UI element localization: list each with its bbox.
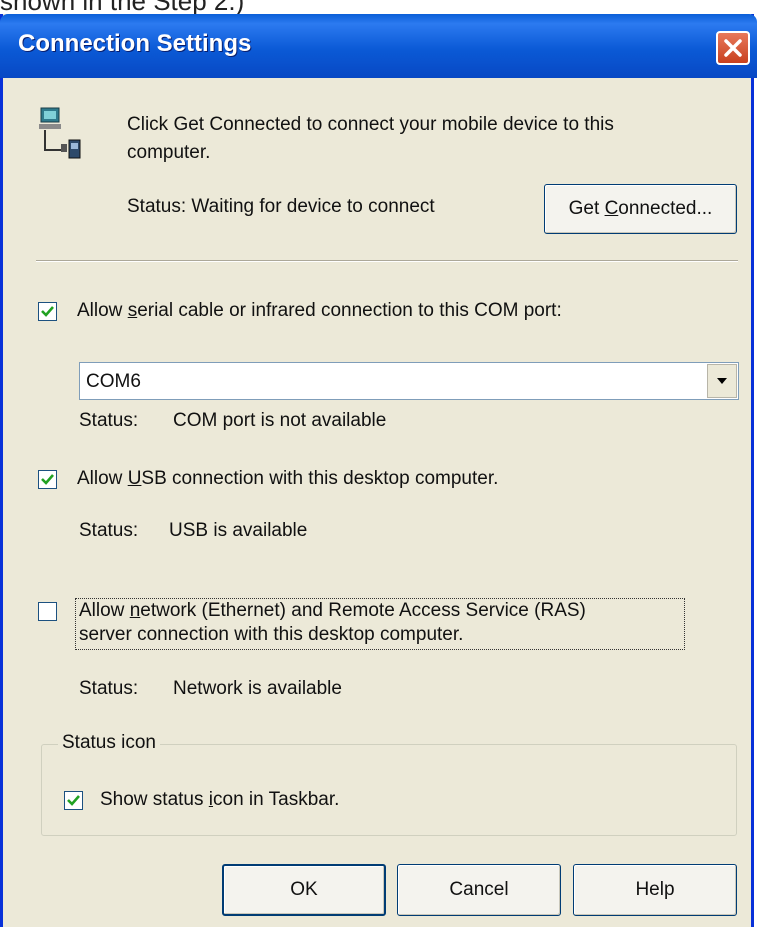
serial-status-label: Status: (79, 410, 139, 431)
chevron-down-icon (717, 378, 727, 384)
com-port-select[interactable]: COM6 (79, 362, 739, 400)
title-bar[interactable]: Connection Settings (0, 14, 757, 78)
taskbar-icon-checkbox[interactable] (64, 791, 83, 810)
usb-status-label: Status: (79, 520, 139, 541)
com-port-value: COM6 (86, 371, 141, 392)
serial-checkbox[interactable] (38, 302, 57, 321)
get-connected-button[interactable]: Get Connected... (544, 184, 737, 234)
cancel-button[interactable]: Cancel (397, 864, 561, 916)
checkmark-icon (41, 306, 54, 317)
dropdown-button[interactable] (707, 364, 737, 398)
checkmark-icon (41, 474, 54, 485)
network-status-label: Status: (79, 678, 139, 699)
get-connected-label: Get Connected... (568, 198, 713, 219)
divider (36, 260, 738, 262)
network-status-value: Network is available (173, 678, 342, 699)
checkmark-icon (67, 795, 80, 806)
close-icon (724, 39, 742, 57)
serial-label: Allow serial cable or infrared connectio… (77, 300, 562, 321)
serial-status-value: COM port is not available (173, 410, 387, 431)
network-label-line1: Allow network (Ethernet) and Remote Acce… (79, 600, 586, 621)
close-button[interactable] (716, 31, 750, 65)
intro-text-line1: Click Get Connected to connect your mobi… (127, 114, 614, 135)
usb-status-value: USB is available (169, 520, 308, 541)
ok-button[interactable]: OK (222, 864, 386, 916)
help-button[interactable]: Help (573, 864, 737, 916)
ok-label: OK (290, 879, 318, 900)
usb-label: Allow USB connection with this desktop c… (77, 468, 499, 489)
network-label-line2: server connection with this desktop comp… (79, 624, 464, 645)
connection-settings-dialog: Connection Settings Click Get Connected … (0, 14, 757, 927)
help-label: Help (635, 879, 675, 900)
connection-status: Status: Waiting for device to connect (127, 196, 435, 217)
group-legend: Status icon (58, 732, 160, 754)
usb-checkbox[interactable] (38, 470, 57, 489)
taskbar-icon-label: Show status icon in Taskbar. (100, 789, 340, 810)
computer-device-icon (39, 107, 81, 159)
window-title: Connection Settings (18, 30, 252, 57)
cancel-label: Cancel (449, 879, 509, 900)
status-icon-group: Status icon Show status icon in Taskbar. (41, 732, 737, 836)
intro-text-line2: computer. (127, 142, 211, 163)
network-checkbox[interactable] (38, 602, 57, 621)
